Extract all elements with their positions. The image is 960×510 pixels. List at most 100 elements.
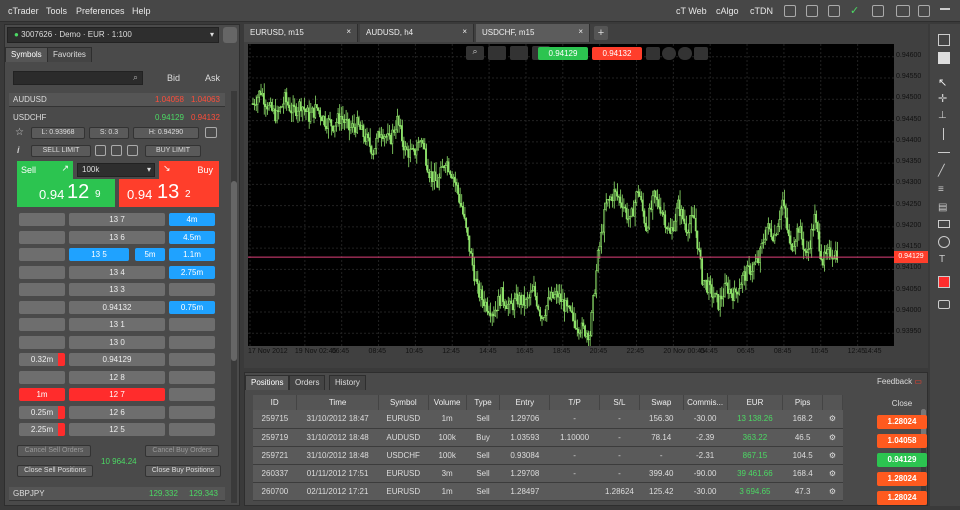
column-header[interactable]: [822, 395, 843, 410]
chart-tab-usdchf[interactable]: USDCHF, m15 ×: [476, 24, 590, 42]
account-selector[interactable]: ● 3007626 · Demo · EUR · 1:100 ▾: [7, 27, 219, 43]
ladder-buy-volume[interactable]: [169, 388, 215, 401]
tab-history[interactable]: History: [329, 375, 366, 390]
buy-limit-button[interactable]: BUY LIMIT: [145, 145, 201, 157]
gear-icon[interactable]: ⚙: [822, 446, 843, 465]
tab-favorites[interactable]: Favorites: [47, 47, 92, 62]
chart-sell-button[interactable]: 0.94129: [538, 47, 588, 60]
menu-help[interactable]: Help: [132, 6, 151, 16]
ct-web-link[interactable]: cT Web: [676, 6, 707, 16]
order-type-icon[interactable]: [127, 145, 138, 156]
ladder-buy-volume[interactable]: [169, 283, 215, 296]
ladder-price[interactable]: 13 3: [69, 283, 165, 296]
vertical-line-icon[interactable]: [943, 128, 944, 140]
ladder-buy-volume[interactable]: 2.75m: [169, 265, 215, 279]
ladder-sell-volume[interactable]: [19, 213, 65, 226]
tab-orders[interactable]: Orders: [289, 375, 326, 390]
ladder-buy-volume[interactable]: [169, 318, 215, 331]
ladder-sell-volume[interactable]: 1m: [19, 388, 65, 401]
ladder-sell-volume[interactable]: 2.25m: [19, 423, 65, 436]
ladder-price[interactable]: 12 5: [69, 423, 165, 436]
column-header[interactable]: T/P: [549, 395, 600, 410]
column-header[interactable]: Time: [296, 395, 379, 410]
snapshot-icon[interactable]: [694, 47, 708, 60]
ladder-buy-volume[interactable]: [169, 423, 215, 436]
gear-icon[interactable]: ⚙: [822, 464, 843, 483]
ladder-sell-volume[interactable]: 0.25m: [19, 405, 65, 419]
chart-tab-eurusd[interactable]: EURUSD, m15 ×: [244, 24, 358, 42]
volume-selector[interactable]: 100k ▾: [77, 163, 155, 177]
buy-price[interactable]: 0.94 13 2: [119, 179, 219, 207]
sound-icon[interactable]: [872, 5, 884, 17]
close-icon[interactable]: ×: [462, 27, 467, 36]
column-header[interactable]: Entry: [499, 395, 551, 410]
lock-icon[interactable]: [678, 47, 692, 60]
ladder-price[interactable]: 12 6: [69, 405, 165, 419]
ruler-icon[interactable]: ⊥: [938, 110, 947, 121]
gear-icon[interactable]: ⚙: [822, 410, 843, 429]
close-sell-positions-button[interactable]: Close Sell Positions: [17, 465, 93, 477]
position-row[interactable]: 259719 31/10/2012 18:48 AUDUSD 100k Buy 1.035…: [253, 428, 843, 447]
cancel-buy-orders-button[interactable]: Cancel Buy Orders: [145, 445, 219, 457]
column-header[interactable]: ID: [253, 395, 298, 410]
language-icon[interactable]: [896, 5, 910, 17]
column-header[interactable]: Commis...: [683, 395, 728, 410]
close-position-button[interactable]: 1.28024: [877, 415, 927, 429]
ellipse-icon[interactable]: [938, 236, 950, 248]
menu-preferences[interactable]: Preferences: [76, 6, 125, 16]
crosshair-icon[interactable]: ✛: [938, 92, 947, 105]
close-position-button[interactable]: 0.94129: [877, 453, 927, 467]
gear-icon[interactable]: ⚙: [822, 428, 843, 447]
sell-price[interactable]: 0.94 12 9: [17, 179, 115, 207]
tab-positions[interactable]: Positions: [245, 375, 290, 390]
ladder-sell-volume[interactable]: [19, 318, 65, 331]
symbol-search-input[interactable]: ⌕: [13, 71, 143, 85]
horizontal-line-icon[interactable]: [938, 152, 950, 153]
position-row[interactable]: 260700 02/11/2012 17:21 EURUSD 1m Sell 1.2849…: [253, 482, 843, 501]
ladder-mid-volume[interactable]: 5m: [135, 248, 165, 261]
symbols-scrollbar[interactable]: [231, 91, 237, 503]
chart-tab-audusd[interactable]: AUDUSD, h4 ×: [360, 24, 474, 42]
ladder-sell-volume[interactable]: 0.32m: [19, 353, 65, 366]
close-icon[interactable]: ×: [346, 27, 351, 36]
ctdn-link[interactable]: cTDN: [750, 6, 773, 16]
price-chart[interactable]: ⌕ 0.94129 0.94132: [248, 44, 895, 350]
settings-icon[interactable]: [806, 5, 818, 17]
column-header[interactable]: Type: [466, 395, 501, 410]
gear-icon[interactable]: ⚙: [822, 482, 843, 501]
feedback-button[interactable]: Feedback ▭: [877, 377, 922, 386]
ladder-sell-volume[interactable]: [19, 370, 65, 384]
ladder-price[interactable]: 0.94132: [69, 300, 165, 314]
close-buy-positions-button[interactable]: Close Buy Positions: [145, 465, 221, 477]
column-header[interactable]: Swap: [639, 395, 684, 410]
ladder-buy-volume[interactable]: 4.5m: [169, 230, 215, 244]
ladder-buy-volume[interactable]: [169, 335, 215, 349]
channel-icon[interactable]: ≡: [938, 184, 944, 195]
position-row[interactable]: 259715 31/10/2012 18:47 EURUSD 1m Sell 1.2970…: [253, 410, 843, 429]
star-icon[interactable]: ☆: [15, 127, 24, 138]
close-position-button[interactable]: 1.28024: [877, 491, 927, 505]
sell-limit-button[interactable]: SELL LIMIT: [31, 145, 91, 157]
chart-buy-button[interactable]: 0.94132: [592, 47, 642, 60]
indicators-icon[interactable]: [646, 47, 660, 60]
trendline-icon[interactable]: ╱: [938, 164, 945, 177]
close-icon[interactable]: ×: [578, 27, 583, 36]
column-header[interactable]: EUR: [727, 395, 784, 410]
buy-button[interactable]: ↘ Buy: [159, 161, 219, 179]
ladder-buy-volume[interactable]: [169, 353, 215, 366]
camera-icon[interactable]: [938, 300, 950, 309]
ladder-price[interactable]: 13 6: [69, 230, 165, 244]
window-icon[interactable]: [938, 52, 950, 64]
ladder-buy-volume[interactable]: 4m: [169, 213, 215, 226]
chart-icon[interactable]: [205, 127, 217, 138]
tab-symbols[interactable]: Symbols: [5, 47, 48, 62]
add-chart-icon[interactable]: +: [594, 26, 608, 40]
cancel-sell-orders-button[interactable]: Cancel Sell Orders: [17, 445, 91, 457]
sell-button[interactable]: Sell ↗: [17, 161, 73, 179]
column-header[interactable]: Pips: [782, 395, 824, 410]
timeframe-icon[interactable]: [510, 46, 528, 60]
symbol-row-gbpjpy[interactable]: GBPJPY 129.332 129.343: [9, 487, 225, 501]
fullscreen-icon[interactable]: [918, 5, 930, 17]
ladder-sell-volume[interactable]: [19, 283, 65, 296]
pointer-icon[interactable]: ↖: [938, 76, 947, 89]
